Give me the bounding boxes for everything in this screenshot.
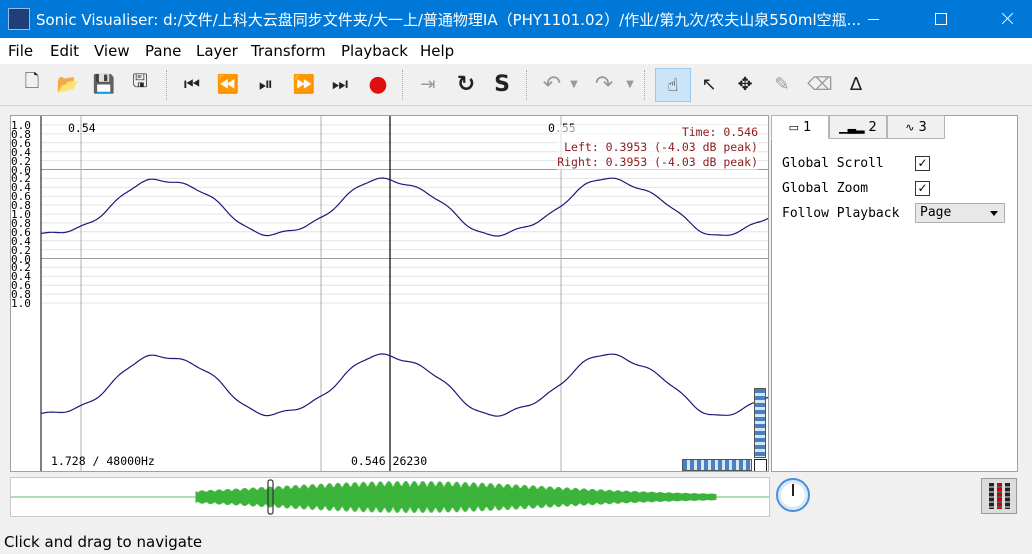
global-zoom-checkbox[interactable]: ✓ bbox=[915, 181, 930, 196]
meter-bar bbox=[988, 483, 994, 509]
app-icon bbox=[8, 8, 30, 30]
fast-forward-end-icon[interactable]: ⏭ bbox=[324, 68, 356, 100]
play-selection-icon[interactable]: ⇥ bbox=[412, 68, 444, 100]
menu-playback[interactable]: Playback bbox=[341, 42, 408, 60]
measure-tool-icon[interactable]: ∆ bbox=[840, 68, 872, 100]
dial-pointer bbox=[792, 484, 794, 496]
menu-pane[interactable]: Pane bbox=[145, 42, 181, 60]
cursor-position-label: 0.546 26230 bbox=[351, 454, 428, 468]
tab-spectrum-label: 2 bbox=[868, 119, 877, 135]
readout-time: Time: 0.546 bbox=[681, 125, 758, 139]
global-scroll-label: Global Scroll bbox=[782, 156, 884, 171]
rewind-start-icon[interactable]: ⏮ bbox=[176, 68, 208, 100]
spectrum-icon: ▁▃▂ bbox=[839, 120, 865, 134]
maximize-button[interactable] bbox=[917, 0, 963, 38]
tab-pane[interactable]: ▭ 1 bbox=[771, 115, 829, 139]
waveform-pane[interactable]: 1.0 0.8 0.6 0.4 0.2 0.0 0.2 0.4 0.6 0.8 1.0 0.8 0.6 0… bbox=[10, 115, 769, 472]
zoom-reset-button[interactable] bbox=[754, 459, 767, 471]
zoom-rate-label: 1.728 / 48000Hz bbox=[51, 454, 155, 468]
readout-right: Right: 0.3953 (-4.03 dB peak) bbox=[557, 155, 758, 169]
overview-strip[interactable] bbox=[10, 477, 770, 517]
right-channel-waveform bbox=[40, 353, 768, 417]
select-tool-icon[interactable]: ↖ bbox=[693, 68, 725, 100]
meter-bar bbox=[996, 483, 1002, 509]
global-zoom-label: Global Zoom bbox=[782, 181, 869, 196]
follow-playback-value: Page bbox=[920, 205, 952, 220]
scale-label: 1.0 bbox=[11, 297, 31, 310]
pane-icon: ▭ bbox=[788, 120, 800, 134]
window-title: Sonic Visualiser: d:/文件/上科大云盘同步文件夹/大一上/普… bbox=[36, 11, 861, 29]
tab-spectrum[interactable]: ▁▃▂ 2 bbox=[829, 115, 887, 139]
menu-edit[interactable]: Edit bbox=[50, 42, 79, 60]
vertical-zoom-wheel[interactable] bbox=[754, 388, 766, 458]
horizontal-zoom-wheel[interactable] bbox=[682, 459, 752, 471]
fast-forward-icon[interactable]: ⏩ bbox=[288, 68, 320, 100]
cursor-readout: Time: 0.546 Left: 0.3953 (-4.03 dB peak)… bbox=[557, 125, 758, 170]
menu-transform[interactable]: Transform bbox=[251, 42, 326, 60]
follow-playback-select[interactable]: Page bbox=[915, 203, 1005, 223]
new-file-icon[interactable]: 🗋 bbox=[16, 68, 48, 100]
overview-signal bbox=[195, 481, 717, 513]
toolbar: 🗋 📂 💾 🖫 ⏮ ⏪ ⏯ ⏩ ⏭ ● ⇥ ↻ S ↶ ▼ ↷ ▼ ☝ ↖ ✥ … bbox=[0, 64, 1032, 106]
menu-bar: File Edit View Pane Layer Transform Play… bbox=[0, 38, 1032, 64]
tab-waveform[interactable]: ∿ 3 bbox=[887, 115, 945, 139]
open-file-icon[interactable]: 📂 bbox=[52, 68, 84, 100]
status-message: Click and drag to navigate bbox=[4, 533, 203, 551]
navigate-tool-icon[interactable]: ☝ bbox=[655, 68, 691, 102]
global-scroll-checkbox[interactable]: ✓ bbox=[915, 156, 930, 171]
draw-tool-icon[interactable]: ✎ bbox=[766, 68, 798, 100]
time-mark-left: 0.54 bbox=[68, 121, 96, 135]
toolbar-separator bbox=[402, 70, 404, 100]
follow-playback-label: Follow Playback bbox=[782, 206, 900, 221]
save-as-icon[interactable]: 🖫 bbox=[124, 68, 156, 100]
undo-dropdown-icon[interactable]: ▼ bbox=[566, 68, 582, 100]
redo-icon[interactable]: ↷ bbox=[588, 68, 620, 100]
waveform-icon: ∿ bbox=[905, 120, 915, 134]
play-pause-icon[interactable]: ⏯ bbox=[250, 68, 282, 100]
playback-speed-dial[interactable] bbox=[776, 478, 810, 512]
menu-layer[interactable]: Layer bbox=[196, 42, 238, 60]
undo-icon[interactable]: ↶ bbox=[536, 68, 568, 100]
menu-view[interactable]: View bbox=[94, 42, 130, 60]
title-bar: Sonic Visualiser: d:/文件/上科大云盘同步文件夹/大一上/普… bbox=[0, 0, 1032, 38]
toolbar-separator bbox=[526, 70, 528, 100]
chevron-down-icon bbox=[990, 211, 998, 216]
redo-dropdown-icon[interactable]: ▼ bbox=[622, 68, 638, 100]
toolbar-separator bbox=[166, 70, 168, 100]
menu-file[interactable]: File bbox=[8, 42, 33, 60]
rewind-icon[interactable]: ⏪ bbox=[212, 68, 244, 100]
meter-bar bbox=[1004, 483, 1010, 509]
level-meter-icon[interactable] bbox=[981, 478, 1017, 514]
solo-icon[interactable]: S bbox=[486, 68, 518, 100]
left-channel-waveform bbox=[40, 177, 768, 237]
overview-waveform[interactable] bbox=[11, 478, 769, 516]
readout-left: Left: 0.3953 (-4.03 dB peak) bbox=[564, 140, 758, 154]
move-tool-icon[interactable]: ✥ bbox=[729, 68, 761, 100]
close-button[interactable] bbox=[984, 0, 1030, 38]
tab-waveform-label: 3 bbox=[918, 119, 927, 135]
save-icon[interactable]: 💾 bbox=[88, 68, 120, 100]
loop-icon[interactable]: ↻ bbox=[450, 68, 482, 100]
erase-tool-icon[interactable]: ⌫ bbox=[804, 68, 836, 100]
tab-pane-label: 1 bbox=[803, 119, 812, 135]
minimize-button[interactable] bbox=[850, 0, 896, 38]
record-icon[interactable]: ● bbox=[362, 68, 394, 100]
menu-help[interactable]: Help bbox=[420, 42, 454, 60]
toolbar-separator bbox=[644, 70, 646, 100]
